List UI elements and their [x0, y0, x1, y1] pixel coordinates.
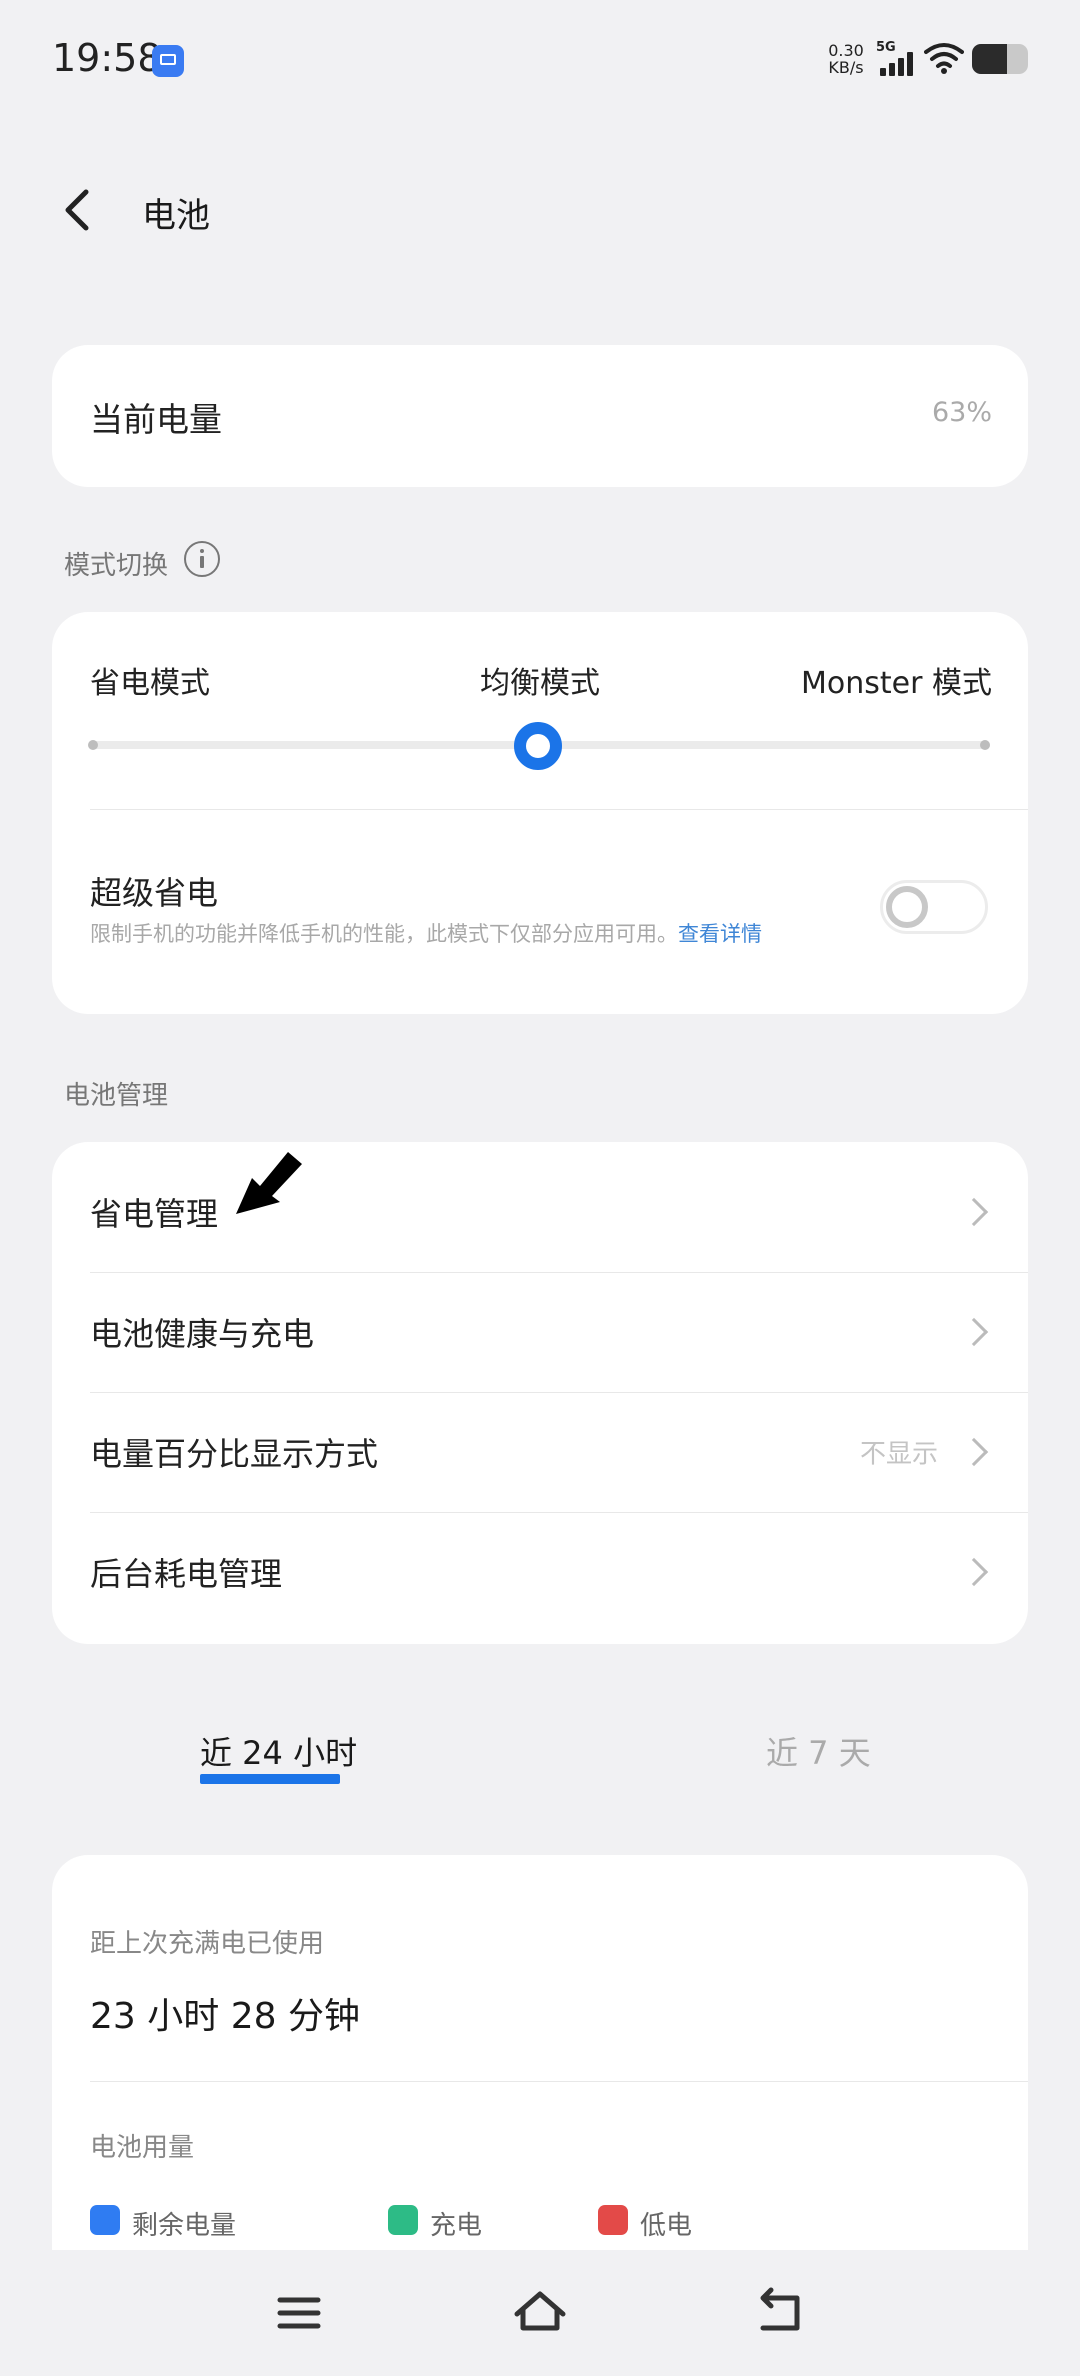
network-type: 5G — [876, 40, 896, 55]
menu-row-power-saving-management[interactable]: 省电管理 — [52, 1152, 1028, 1272]
divider — [90, 2081, 1028, 2082]
super-saver-details-link[interactable]: 查看详情 — [678, 922, 762, 946]
menu-row-label: 后台耗电管理 — [90, 1555, 283, 1593]
page-header: 电池 — [0, 160, 1080, 260]
mode-slider-thumb[interactable] — [514, 722, 562, 770]
chevron-right-icon — [959, 1557, 989, 1587]
battery-management-section-title: 电池管理 — [64, 1081, 169, 1111]
legend-label: 低电 — [640, 2211, 693, 2241]
page-title: 电池 — [142, 196, 210, 236]
current-battery-card: 当前电量 63% — [52, 345, 1028, 487]
menu-row-battery-health[interactable]: 电池健康与充电 — [52, 1272, 1028, 1392]
super-saver-toggle[interactable] — [880, 880, 988, 934]
info-icon[interactable] — [184, 541, 220, 577]
tab-7-days[interactable]: 近 7 天 — [766, 1728, 871, 1774]
pointer-arrow-icon — [236, 1152, 302, 1214]
menu-row-percentage-display[interactable]: 电量百分比显示方式 不显示 — [52, 1392, 1028, 1512]
legend-swatch — [598, 2205, 628, 2235]
menu-row-label: 电量百分比显示方式 — [90, 1435, 379, 1473]
since-full-charge-label: 距上次充满电已使用 — [90, 1929, 325, 1959]
toggle-knob — [886, 886, 928, 928]
chevron-right-icon — [959, 1437, 989, 1467]
menu-icon[interactable] — [264, 2278, 334, 2348]
status-time: 19:58 — [52, 36, 162, 80]
network-speed: 0.30 KB/s — [822, 42, 870, 76]
since-full-charge-value: 23 小时 28 分钟 — [90, 1996, 360, 2037]
menu-row-label: 省电管理 — [90, 1195, 219, 1233]
screen-cast-icon — [152, 45, 184, 77]
battery-settings-screen: 19:58 0.30 KB/s 5G 电池 当前电量 63% 模式切换 省电模式… — [0, 0, 1080, 2376]
active-tab-indicator — [200, 1774, 340, 1784]
mode-card: 省电模式 均衡模式 Monster 模式 超级省电 限制手机的功能并降低手机的性… — [52, 612, 1028, 1014]
back-button[interactable] — [52, 182, 108, 238]
mode-slider-start-dot — [88, 740, 98, 750]
menu-row-label: 电池健康与充电 — [90, 1315, 315, 1353]
legend-swatch — [90, 2205, 120, 2235]
tab-24-hours[interactable]: 近 24 小时 — [200, 1728, 357, 1774]
legend-label: 剩余电量 — [132, 2211, 237, 2241]
chevron-right-icon — [959, 1197, 989, 1227]
battery-usage-card: 距上次充满电已使用 23 小时 28 分钟 电池用量 剩余电量 充电 低电 — [52, 1855, 1028, 2275]
legend-swatch — [388, 2205, 418, 2235]
back-icon[interactable] — [745, 2278, 815, 2348]
current-battery-value: 63% — [931, 397, 992, 428]
legend-label: 充电 — [430, 2211, 483, 2241]
current-battery-label: 当前电量 — [90, 400, 222, 439]
home-icon[interactable] — [505, 2278, 575, 2348]
menu-row-background-power[interactable]: 后台耗电管理 — [52, 1512, 1028, 1632]
battery-usage-label: 电池用量 — [90, 2133, 195, 2163]
mode-option-monster[interactable]: Monster 模式 — [801, 658, 992, 702]
wifi-icon — [924, 43, 964, 74]
battery-fill — [972, 44, 1008, 74]
menu-row-value: 不显示 — [859, 1439, 938, 1470]
network-speed-unit: KB/s — [828, 58, 864, 77]
mode-slider-end-dot — [980, 740, 990, 750]
mode-section-title: 模式切换 — [64, 551, 169, 581]
super-saver-description-text: 限制手机的功能并降低手机的性能，此模式下仅部分应用可用。 — [90, 922, 678, 946]
chevron-right-icon — [959, 1317, 989, 1347]
battery-icon — [972, 44, 1028, 74]
divider — [90, 809, 1028, 810]
battery-management-card: 省电管理 电池健康与充电 电量百分比显示方式 不显示 后台耗电管理 — [52, 1142, 1028, 1644]
cellular-signal-icon: 5G — [876, 40, 916, 76]
network-speed-value: 0.30 — [828, 41, 864, 60]
super-saver-description: 限制手机的功能并降低手机的性能，此模式下仅部分应用可用。查看详情 — [90, 918, 762, 948]
super-saver-title: 超级省电 — [90, 874, 219, 912]
navigation-bar — [0, 2250, 1080, 2376]
status-bar: 19:58 0.30 KB/s 5G — [0, 0, 1080, 120]
